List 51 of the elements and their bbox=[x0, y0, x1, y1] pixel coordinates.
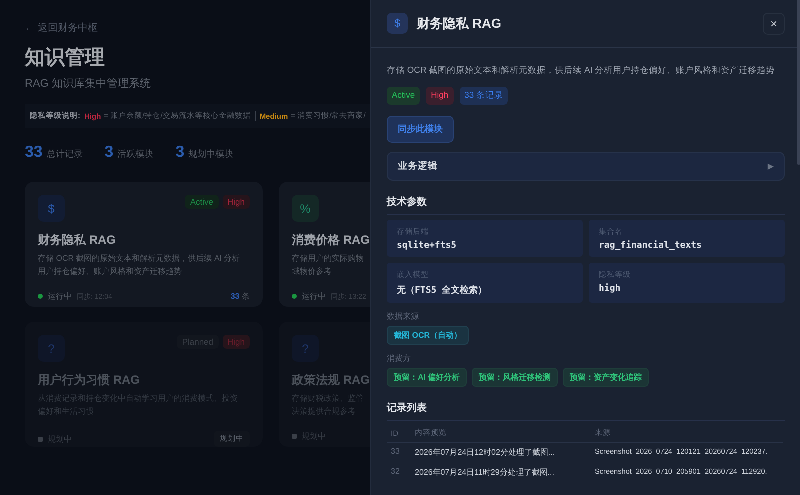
record-count: 33 条 bbox=[230, 291, 250, 302]
page-title: 知识管理 bbox=[25, 46, 106, 70]
param-value: rag_financial_texts bbox=[599, 241, 703, 251]
consumer-tag: 预留：风格迁移检测 bbox=[472, 368, 558, 387]
drawer-title: 财务隐私 RAG bbox=[417, 14, 502, 32]
card-title: 消费价格 RAG bbox=[292, 232, 370, 249]
back-link[interactable]: ← 返回财务中枢 bbox=[25, 21, 98, 35]
section-heading: 技术参数 bbox=[387, 195, 785, 215]
card-description: 存储用户的实际购物 域物价参考 bbox=[292, 253, 365, 278]
scrollbar[interactable] bbox=[797, 0, 800, 165]
module-icon: ? bbox=[38, 335, 65, 362]
stat-value: 33 bbox=[25, 144, 43, 162]
consumer-tag: 预留：资产变化追踪 bbox=[563, 368, 650, 387]
status-badge: 33 条记录 bbox=[460, 87, 508, 105]
sync-button[interactable]: 同步此模块 bbox=[387, 116, 454, 143]
status-badge: High bbox=[426, 87, 454, 105]
stat-label: 活跃模块 bbox=[118, 148, 154, 161]
consumer-tag: 预留：AI 偏好分析 bbox=[387, 368, 468, 387]
card-title: 政策法规 RAG bbox=[292, 372, 370, 389]
table-cell-text: 32 bbox=[390, 466, 401, 478]
business-logic-toggle[interactable]: 业务逻辑 ▶ bbox=[387, 152, 785, 181]
stat-label: 规划中模块 bbox=[188, 148, 234, 161]
module-icon: $ bbox=[38, 195, 65, 222]
status-badge: High bbox=[222, 195, 250, 209]
page-subtitle: RAG 知识库集中管理系统 bbox=[25, 76, 152, 91]
param-value: 无（FTS5 全文检索） bbox=[397, 284, 488, 297]
module-icon: % bbox=[292, 195, 319, 222]
status-text: 运行中 bbox=[48, 291, 72, 302]
module-description: 存储 OCR 截图的原始文本和解析元数据，供后续 AI 分析用户持仓偏好、账户风格和资产迁移趋势 bbox=[387, 65, 776, 77]
field-label: 数据来源 bbox=[387, 311, 420, 322]
source-tag: 截图 OCR（自动） bbox=[387, 326, 469, 345]
status-badge: Active bbox=[387, 87, 420, 105]
card-title: 用户行为习惯 RAG bbox=[38, 372, 141, 389]
stat-value: 3 bbox=[176, 144, 185, 162]
param-value: high bbox=[599, 284, 622, 294]
status-text: 运行中 bbox=[302, 291, 326, 302]
status-badge: High bbox=[222, 335, 250, 349]
table-cell-text: 2026年07月24日11时29分处理了截图... bbox=[414, 467, 556, 479]
module-icon: $ bbox=[387, 13, 408, 34]
field-label: 消费方 bbox=[387, 353, 412, 364]
table-cell: 33 bbox=[387, 442, 411, 463]
section-heading: 记录列表 bbox=[387, 401, 785, 421]
stat-label: 总计记录 bbox=[46, 148, 83, 161]
module-icon: ? bbox=[292, 335, 319, 362]
close-button[interactable]: × bbox=[763, 12, 785, 34]
card-description: 存储 OCR 截图的原始文本和解析元数据，供后续 AI 分析 用户持仓偏好、账户风格和资产迁移趋势 bbox=[38, 253, 242, 278]
stat-value: 3 bbox=[104, 144, 114, 162]
param-value: sqlite+fts5 bbox=[397, 241, 458, 251]
table-cell: 2026年07月24日12时02分处理了截图... bbox=[411, 442, 591, 463]
status-badge: Active bbox=[185, 195, 219, 209]
card-title: 财务隐私 RAG bbox=[38, 232, 117, 249]
